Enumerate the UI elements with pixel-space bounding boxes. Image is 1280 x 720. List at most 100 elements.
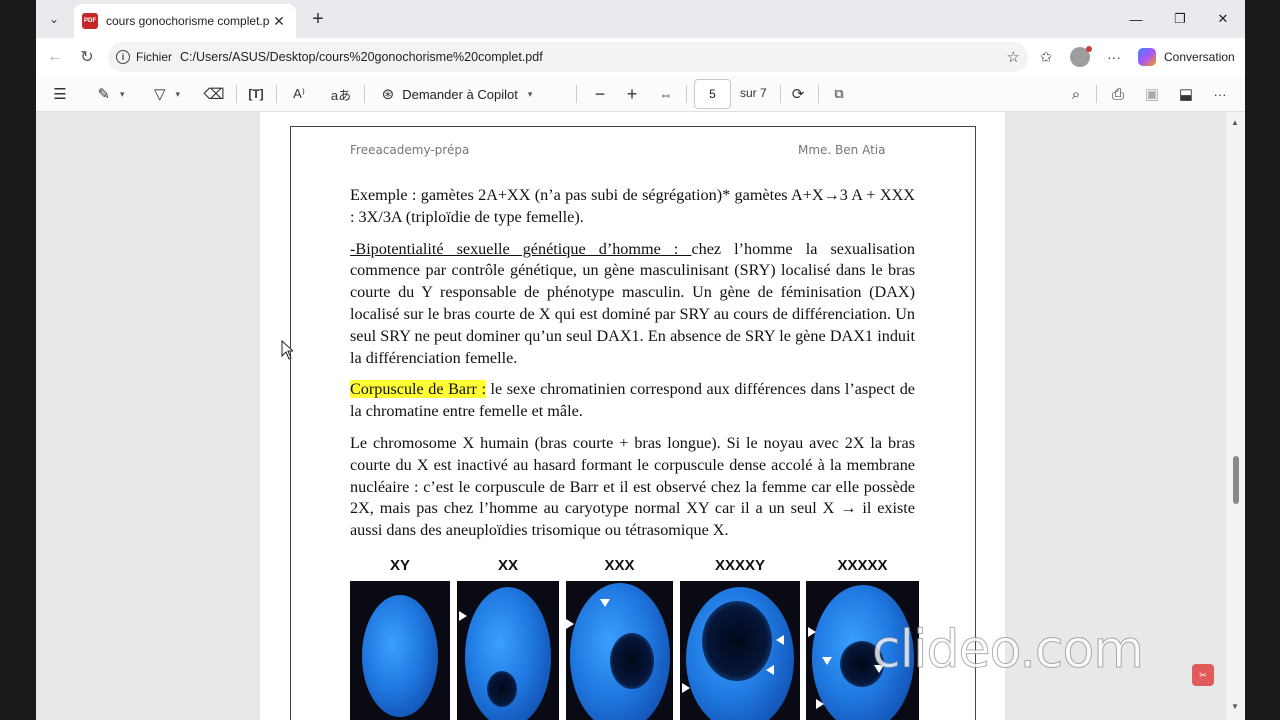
- bipotentialite-text: chez l’homme la sexualisation commence p…: [350, 239, 915, 367]
- paragraph-bipotentialite: -Bipotentialité sexuelle génétique d’hom…: [350, 239, 915, 370]
- tab-pdf[interactable]: PDF cours gonochorisme complet.pdf ✕: [74, 4, 296, 38]
- profile-avatar[interactable]: [1066, 44, 1094, 70]
- barr-body-arrow-icon: [566, 619, 574, 629]
- highlight-corpuscule-barr: Corpuscule de Barr :: [350, 380, 486, 399]
- toolbar-divider: [576, 85, 577, 103]
- copilot-conversation-button[interactable]: Conversation: [1134, 43, 1240, 71]
- save-icon[interactable]: ▣: [1140, 81, 1164, 107]
- toolbar-divider: [780, 85, 781, 103]
- tab-actions-chevron-down-icon[interactable]: ⌄: [40, 6, 68, 32]
- nucleus-image: [680, 581, 800, 720]
- pdf-file-icon: PDF: [82, 13, 98, 29]
- dark-region: [610, 633, 654, 689]
- dark-region: [487, 671, 517, 707]
- url-text[interactable]: C:/Users/ASUS/Desktop/cours%20gonochoris…: [180, 50, 1007, 64]
- save-as-icon[interactable]: ⬓: [1174, 81, 1198, 107]
- url-scheme: Fichier: [136, 50, 173, 64]
- favorite-star-icon[interactable]: ☆: [1007, 48, 1020, 66]
- nucleus-image: [457, 581, 559, 720]
- avatar: [1070, 46, 1092, 67]
- toolbar-divider: [364, 85, 365, 103]
- print-icon[interactable]: ⎙: [1106, 81, 1130, 107]
- barr-body-arrow-icon: [816, 699, 824, 709]
- scroll-down-icon[interactable]: ▼: [1231, 702, 1239, 711]
- minimize-icon[interactable]: —: [1114, 0, 1158, 38]
- fit-to-width-icon[interactable]: ⇔: [654, 81, 678, 107]
- tab-title: cours gonochorisme complet.pdf: [106, 14, 270, 28]
- barr-body-arrow-icon: [822, 657, 832, 665]
- karyotype-figure: XY XX XXX XXXXY XXXXX: [350, 557, 922, 720]
- page-view-icon[interactable]: ⧉: [826, 81, 852, 107]
- translate-icon[interactable]: aあ: [328, 81, 354, 107]
- new-tab-plus-icon[interactable]: +: [304, 6, 332, 32]
- watermark-badge-icon: ✂: [1192, 664, 1214, 686]
- rotate-icon[interactable]: ⟳: [786, 81, 810, 107]
- header-left: Freeacademy-prépa: [350, 143, 470, 157]
- scroll-up-icon[interactable]: ▲: [1231, 118, 1239, 127]
- nucleus-image: [350, 581, 450, 720]
- contents-list-icon[interactable]: ☰: [48, 81, 72, 107]
- draw-tool[interactable]: ▽ ▾: [146, 81, 188, 107]
- barr-body-arrow-icon: [459, 611, 467, 621]
- search-icon[interactable]: ⌕: [1064, 81, 1088, 107]
- paragraph-chromosome-x: Le chromosome X humain (bras courte + br…: [350, 433, 915, 540]
- scroll-thumb[interactable]: [1233, 456, 1239, 504]
- vertical-scrollbar[interactable]: ▲ ▼: [1226, 112, 1245, 720]
- highlight-tool[interactable]: ✎ ▾: [90, 81, 132, 107]
- karyotype-label: XX: [497, 557, 518, 574]
- karyotype-label: XXXXX: [837, 557, 888, 574]
- refresh-icon[interactable]: ↻: [72, 44, 102, 70]
- barr-body-arrow-icon: [682, 683, 690, 693]
- eraser-icon[interactable]: ⌫: [202, 81, 226, 107]
- copilot-label: Conversation: [1164, 50, 1235, 64]
- barr-body-arrow-icon: [766, 665, 774, 675]
- ask-copilot-label: Demander à Copilot: [402, 86, 518, 102]
- read-aloud-icon[interactable]: A⁾: [286, 81, 312, 107]
- highlighter-icon: ✎: [97, 86, 111, 103]
- karyotype-label: XXXXY: [714, 557, 766, 574]
- watermark-text: clideo.com: [872, 620, 1145, 681]
- chevron-down-icon: ▾: [120, 88, 125, 99]
- copilot-outline-icon: ⊛: [381, 86, 395, 103]
- pdf-toolbar: ☰ ✎ ▾ ▽ ▾ ⌫ [T] A⁾ aあ ⊛ Demander à Copilot…: [36, 76, 1245, 112]
- barr-body-arrow-icon: [776, 635, 784, 645]
- barr-body-arrow-icon: [808, 627, 816, 637]
- info-icon[interactable]: i: [116, 50, 130, 64]
- zoom-out-icon[interactable]: −: [588, 81, 612, 107]
- omnibox[interactable]: i Fichier C:/Users/ASUS/Desktop/cours%20…: [108, 42, 1028, 72]
- more-tools-icon[interactable]: ···: [1208, 81, 1232, 107]
- heading-bipotentialite: -Bipotentialité sexuelle génétique d’hom…: [350, 239, 692, 258]
- karyotype-label: XY: [389, 557, 410, 574]
- more-options-icon[interactable]: ···: [1100, 44, 1128, 70]
- chevron-down-icon: ▾: [527, 88, 533, 99]
- tab-strip: ⌄ PDF cours gonochorisme complet.pdf ✕ +…: [36, 0, 1245, 38]
- mouse-cursor-icon: [281, 340, 293, 360]
- toolbar-divider: [1096, 85, 1097, 103]
- toolbar-divider: [276, 85, 277, 103]
- nucleus-image: [566, 581, 673, 720]
- dark-region: [702, 601, 772, 681]
- karyotype-label: XXX: [604, 557, 635, 574]
- page-total: sur 7: [740, 86, 767, 100]
- page-number-input[interactable]: 5: [694, 79, 731, 109]
- tab-close-icon[interactable]: ✕: [270, 13, 288, 30]
- toolbar-divider: [236, 85, 237, 103]
- nucleus: [362, 595, 438, 717]
- ask-copilot-button[interactable]: ⊛ Demander à Copilot ▾: [374, 81, 540, 107]
- favorites-icon[interactable]: ✩: [1032, 44, 1060, 70]
- document-body: Exemple : gamètes 2A+XX (n’a pas subi de…: [350, 185, 915, 552]
- toolbar-divider: [686, 85, 687, 103]
- toolbar-divider: [818, 85, 819, 103]
- pen-icon: ▽: [153, 86, 166, 103]
- restore-icon[interactable]: ❐: [1158, 0, 1202, 38]
- window-close-icon[interactable]: ✕: [1201, 0, 1245, 38]
- zoom-in-icon[interactable]: +: [620, 81, 644, 107]
- copilot-icon: [1138, 48, 1156, 66]
- address-bar-row: ← ↻ i Fichier C:/Users/ASUS/Desktop/cour…: [36, 38, 1245, 76]
- paragraph-barr: Corpuscule de Barr : le sexe chromatinie…: [350, 379, 915, 423]
- header-right: Mme. Ben Atia: [798, 143, 886, 157]
- text-box-icon[interactable]: [T]: [244, 81, 268, 107]
- paragraph-example: Exemple : gamètes 2A+XX (n’a pas subi de…: [350, 186, 915, 226]
- back-arrow-icon[interactable]: ←: [40, 44, 70, 70]
- chevron-down-icon: ▾: [175, 88, 181, 99]
